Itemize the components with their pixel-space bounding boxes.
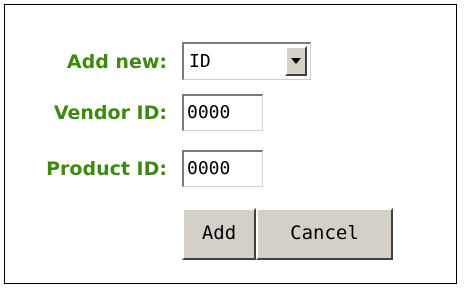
add-button[interactable]: Add <box>182 208 256 260</box>
cancel-button[interactable]: Cancel <box>256 208 393 260</box>
product-id-input[interactable]: 0000 <box>182 150 263 187</box>
add-id-panel: Add new: ID Vendor ID: 0000 Product ID: … <box>4 4 457 284</box>
add-new-select-value: ID <box>189 51 211 72</box>
add-new-label: Add new: <box>66 51 167 73</box>
vendor-id-input[interactable]: 0000 <box>182 94 263 131</box>
vendor-id-label: Vendor ID: <box>53 102 167 124</box>
chevron-down-icon[interactable] <box>285 46 307 76</box>
add-new-select[interactable]: ID <box>182 42 311 80</box>
product-id-label: Product ID: <box>46 158 167 180</box>
